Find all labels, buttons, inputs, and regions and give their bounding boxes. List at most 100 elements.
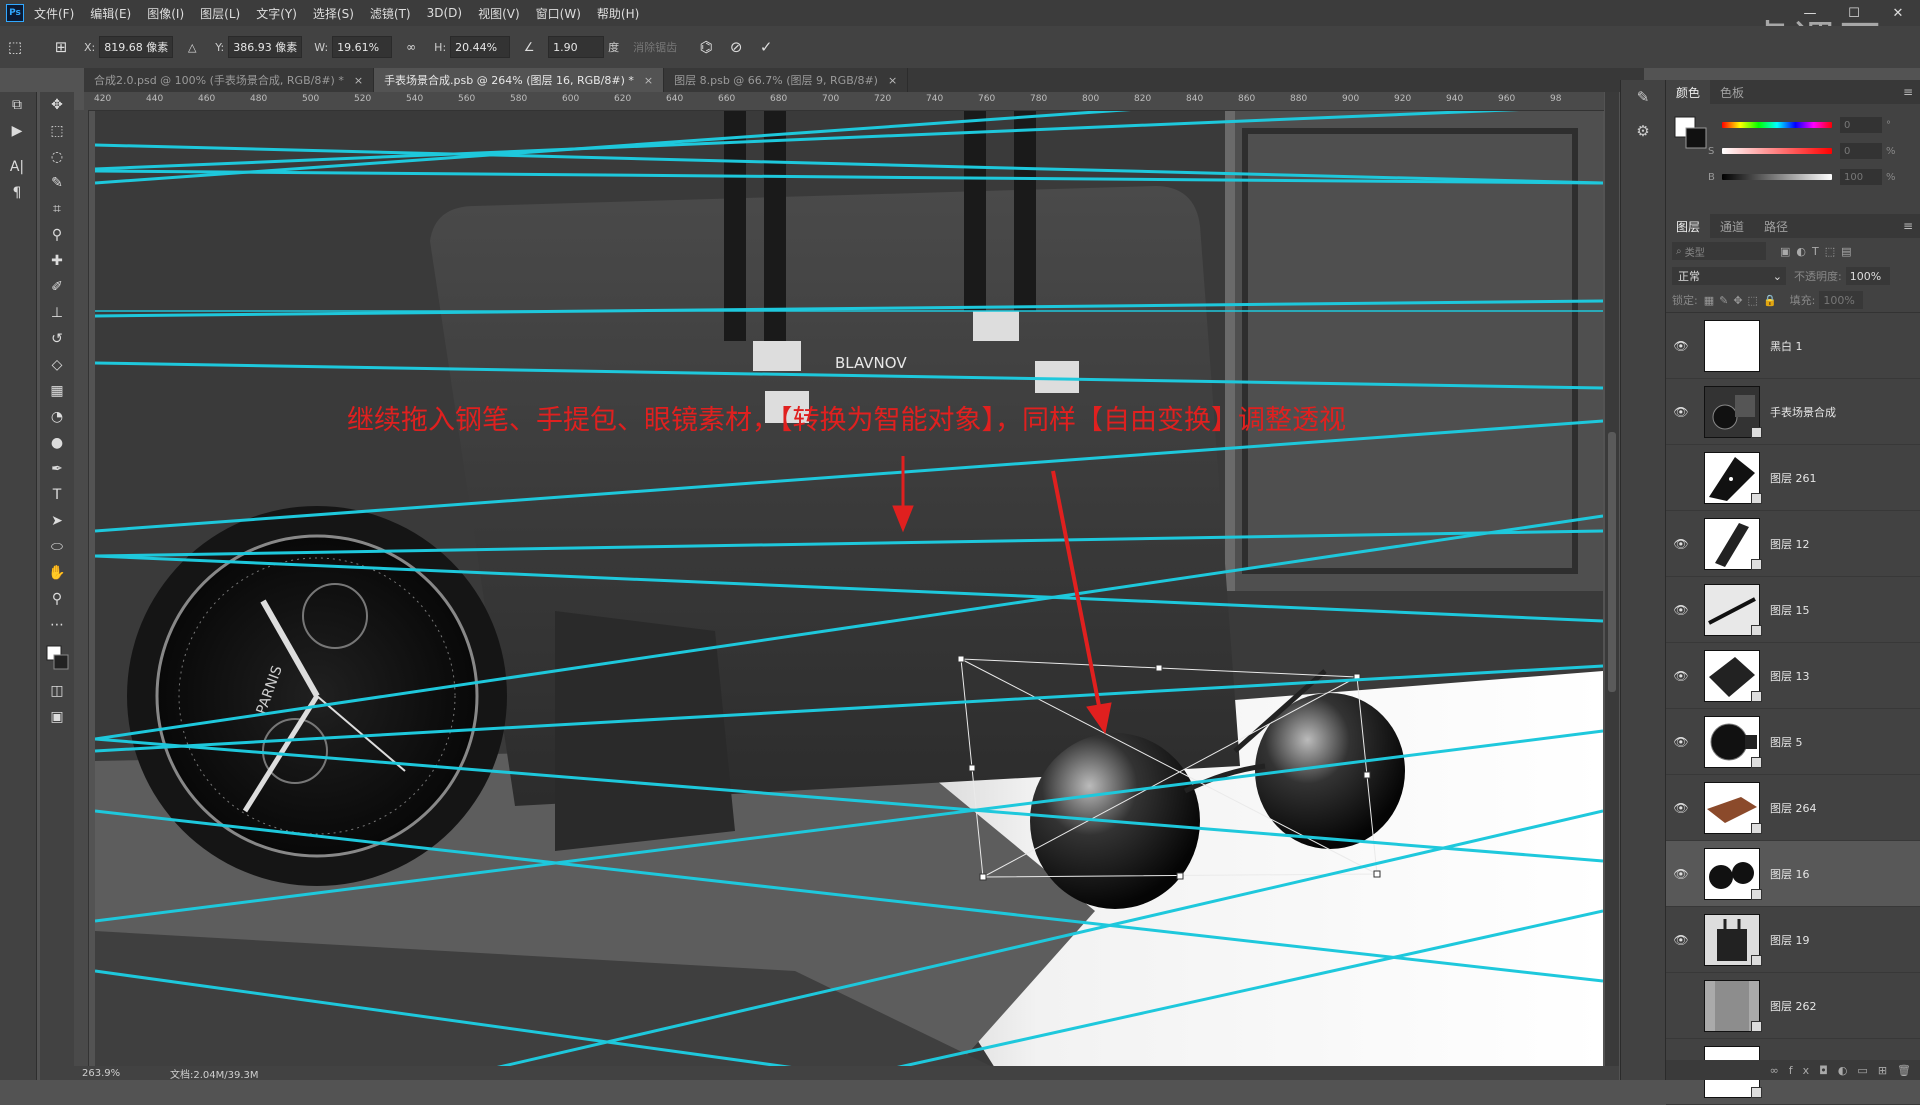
layer-name[interactable]: 图层 5 [1770, 734, 1803, 750]
layer-name[interactable]: 图层 19 [1770, 932, 1810, 948]
vertical-scrollbar[interactable] [1605, 92, 1619, 1068]
actions-play-icon[interactable]: ▶ [0, 118, 34, 144]
hue-slider[interactable] [1722, 122, 1832, 128]
height-input[interactable]: 20.44% [450, 36, 511, 58]
layer-thumbnail[interactable] [1704, 847, 1762, 900]
lock-icons[interactable]: ▦✎✥⬚🔒 [1704, 294, 1782, 307]
layer-name[interactable]: 黑白 1 [1770, 338, 1803, 354]
tab-swatches[interactable]: 色板 [1710, 80, 1754, 104]
layer-row[interactable]: 👁 图层 5 [1666, 709, 1920, 775]
close-icon[interactable]: × [354, 74, 363, 87]
brightness-value[interactable]: 100 [1840, 169, 1882, 185]
crop-tool-icon[interactable]: ⌗ [40, 196, 74, 222]
menu-image[interactable]: 图像(I) [147, 5, 184, 22]
visibility-eye-icon[interactable]: 👁 [1666, 537, 1696, 551]
layer-thumbnail[interactable] [1704, 451, 1762, 504]
menu-filter[interactable]: 滤镜(T) [370, 5, 411, 22]
warp-icon[interactable]: ⌬ [695, 36, 717, 58]
shape-tool-icon[interactable]: ⬭ [40, 534, 74, 560]
blend-mode-select[interactable]: 正常 ⌄ [1672, 267, 1786, 285]
layer-filter-input[interactable]: ⌕ 类型 [1672, 242, 1766, 260]
paragraph-icon[interactable]: ¶ [0, 180, 34, 206]
fill-input[interactable]: 100% [1819, 291, 1864, 309]
tab-channels[interactable]: 通道 [1710, 214, 1754, 238]
layer-row[interactable]: 👁 手表场景合成 [1666, 379, 1920, 445]
link-icon[interactable]: ∞ [400, 36, 422, 58]
tab-document-2[interactable]: 手表场景合成.psb @ 264% (图层 16, RGB/8#) * × [374, 68, 665, 92]
scroll-thumb[interactable] [1608, 432, 1616, 692]
dodge-tool-icon[interactable]: ● [40, 430, 74, 456]
hue-value[interactable]: 0 [1840, 117, 1882, 133]
menu-window[interactable]: 窗口(W) [536, 5, 581, 22]
menu-edit[interactable]: 编辑(E) [90, 5, 131, 22]
layer-row[interactable]: 图层 261 [1666, 445, 1920, 511]
stamp-tool-icon[interactable]: ⊥ [40, 300, 74, 326]
left-ruler[interactable] [74, 110, 89, 1068]
gradient-tool-icon[interactable]: ▦ [40, 378, 74, 404]
menu-view[interactable]: 视图(V) [478, 5, 520, 22]
brightness-slider[interactable] [1722, 174, 1832, 180]
properties-icon[interactable]: ⚙ [1621, 114, 1665, 148]
layer-row[interactable]: 👁 图层 15 [1666, 577, 1920, 643]
zoom-tool-icon[interactable]: ⚲ [40, 586, 74, 612]
layer-thumbnail[interactable] [1704, 385, 1762, 438]
brush-tool-icon[interactable]: ✐ [40, 274, 74, 300]
quick-mask-icon[interactable]: ◫ [40, 678, 74, 704]
color-swatches-icon[interactable] [40, 638, 74, 678]
history-icon[interactable]: ⧉ [0, 92, 34, 118]
character-icon[interactable]: A| [0, 154, 34, 180]
layer-name[interactable]: 图层 13 [1770, 668, 1810, 684]
layer-thumbnail[interactable] [1704, 913, 1762, 966]
history-brush-tool-icon[interactable]: ↺ [40, 326, 74, 352]
eraser-tool-icon[interactable]: ◇ [40, 352, 74, 378]
document-canvas[interactable]: BLAVNOV PARNIS 继续拖入钢笔、手提包、眼镜素材，【转换为智能对象】… [95, 111, 1603, 1068]
healing-tool-icon[interactable]: ✚ [40, 248, 74, 274]
visibility-eye-icon[interactable]: 👁 [1666, 339, 1696, 353]
y-position-input[interactable]: 386.93 像素 [228, 36, 303, 58]
layer-row[interactable]: 图层 262 [1666, 973, 1920, 1039]
visibility-eye-icon[interactable]: 👁 [1666, 603, 1696, 617]
fg-bg-color-icon[interactable] [1674, 116, 1708, 150]
quick-select-tool-icon[interactable]: ✎ [40, 170, 74, 196]
eyedropper-tool-icon[interactable]: ⚲ [40, 222, 74, 248]
layer-thumbnail[interactable] [1704, 583, 1762, 636]
tab-paths[interactable]: 路径 [1754, 214, 1798, 238]
layer-row[interactable]: 👁 图层 19 [1666, 907, 1920, 973]
delta-icon[interactable]: △ [181, 36, 203, 58]
more-tools-icon[interactable]: ⋯ [40, 612, 74, 638]
menu-help[interactable]: 帮助(H) [597, 5, 639, 22]
visibility-eye-icon[interactable]: 👁 [1666, 867, 1696, 881]
blur-tool-icon[interactable]: ◔ [40, 404, 74, 430]
tab-document-1[interactable]: 合成2.0.psd @ 100% (手表场景合成, RGB/8#) * × [84, 68, 375, 92]
menu-layer[interactable]: 图层(L) [200, 5, 240, 22]
top-ruler[interactable]: 420 440 460 480 500 520 540 560 580 600 620 640 660 6… [84, 92, 1604, 111]
tab-layers[interactable]: 图层 [1666, 214, 1711, 238]
tab-color[interactable]: 颜色 [1666, 80, 1711, 104]
layer-name[interactable]: 图层 261 [1770, 470, 1817, 486]
layer-row[interactable]: 👁 图层 12 [1666, 511, 1920, 577]
layer-thumbnail[interactable] [1704, 517, 1762, 570]
close-icon[interactable]: × [644, 74, 653, 87]
x-position-input[interactable]: 819.68 像素 [99, 36, 174, 58]
menu-select[interactable]: 选择(S) [313, 5, 354, 22]
zoom-level[interactable]: 263.9% [82, 1068, 152, 1079]
layer-row[interactable]: 👁 图层 16 [1666, 841, 1920, 907]
saturation-slider[interactable] [1722, 148, 1832, 154]
filter-type-icons[interactable]: ▣◐T⬚▤ [1780, 245, 1858, 258]
marquee-tool-icon[interactable]: ⬚ [40, 118, 74, 144]
layer-row[interactable]: 👁 黑白 1 [1666, 313, 1920, 379]
close-icon[interactable]: × [888, 74, 897, 87]
brush-settings-icon[interactable]: ✎ [1621, 80, 1665, 114]
layer-thumbnail[interactable] [1704, 649, 1762, 702]
opacity-input[interactable]: 100% [1845, 267, 1890, 285]
layer-thumbnail[interactable] [1704, 979, 1762, 1032]
saturation-value[interactable]: 0 [1840, 143, 1882, 159]
visibility-eye-icon[interactable]: 👁 [1666, 933, 1696, 947]
layer-thumbnail[interactable] [1704, 319, 1760, 372]
layer-name[interactable]: 图层 264 [1770, 800, 1817, 816]
layer-row[interactable]: 👁 图层 13 [1666, 643, 1920, 709]
layer-actions-bar[interactable]: ∞fx◘◐▭⊞🗑 [1666, 1060, 1920, 1080]
interpolation-label[interactable]: 消除锯齿 [633, 39, 677, 55]
hand-tool-icon[interactable]: ✋ [40, 560, 74, 586]
lasso-tool-icon[interactable]: ◌ [40, 144, 74, 170]
